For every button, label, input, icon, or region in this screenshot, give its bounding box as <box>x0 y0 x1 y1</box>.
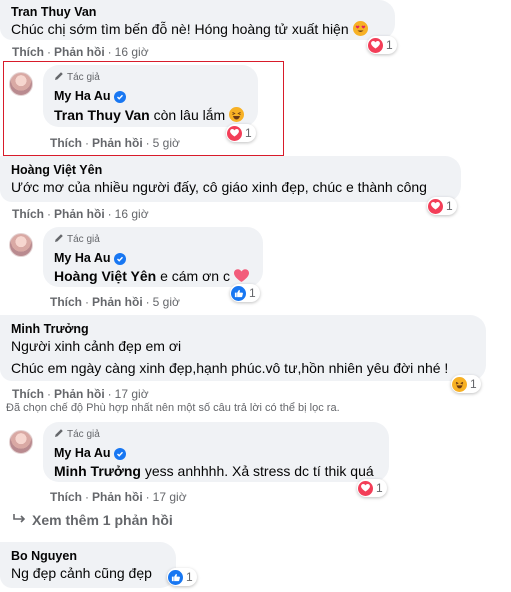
comment-author[interactable]: Tran Thuy Van <box>11 4 384 20</box>
comment-text: Người xinh cảnh đẹp em ơi <box>11 338 182 354</box>
filter-notice: Đã chọn chế độ Phù hợp nhất nên một số c… <box>6 402 340 414</box>
reply-link[interactable]: Phản hồi <box>54 207 105 221</box>
comment-author[interactable]: My Ha Au <box>54 251 111 265</box>
reply-text: e cám ơn c <box>160 268 230 284</box>
like-link[interactable]: Thích <box>12 45 44 59</box>
verified-badge-icon <box>113 448 126 460</box>
comment-bubble: Minh Trưởng Người xinh cảnh đẹp em ơi Ch… <box>0 315 486 381</box>
reply-link[interactable]: Phản hồi <box>92 136 143 150</box>
comment-author[interactable]: Bo Nguyen <box>11 548 165 564</box>
comment-actions: Thích · Phản hồi · 16 giờ <box>12 207 149 221</box>
reaction-count[interactable]: 1 <box>451 375 481 393</box>
comment-text: Chúc em ngày càng xinh đẹp,hạnh phúc.vô … <box>11 360 449 376</box>
comment-bubble: Bo Nguyen Ng đẹp cảnh cũng đẹp <box>0 542 176 588</box>
reply-link[interactable]: Phản hồi <box>54 45 105 59</box>
mention-link[interactable]: Hoàng Việt Yên <box>54 268 156 284</box>
avatar[interactable] <box>9 233 33 257</box>
reply-bubble: Tác giả My Ha Au Minh Trưởng yess anhhhh… <box>43 422 389 482</box>
comment-actions: Thích · Phản hồi · 17 giờ <box>12 387 149 401</box>
verified-badge-icon <box>113 91 126 103</box>
timestamp[interactable]: 5 giờ <box>153 295 180 309</box>
love-reaction-icon <box>227 125 242 141</box>
heart-eyes-emoji-icon <box>352 21 368 36</box>
pencil-icon <box>54 233 64 247</box>
comment-author[interactable]: My Ha Au <box>54 446 111 460</box>
author-tag: Tác giả <box>67 234 100 245</box>
comment-actions: Thích · Phản hồi · 16 giờ <box>12 45 149 59</box>
timestamp[interactable]: 17 giờ <box>153 490 187 504</box>
avatar[interactable] <box>9 72 33 96</box>
heart-emoji-icon <box>233 268 249 284</box>
like-link[interactable]: Thích <box>50 295 82 309</box>
love-reaction-icon <box>368 37 383 53</box>
haha-reaction-icon <box>452 376 467 392</box>
reaction-count[interactable]: 1 <box>167 568 197 586</box>
comment-bubble: Tran Thuy Van Chúc chị sớm tìm bến đỗ nè… <box>0 0 395 40</box>
comment-text: Ước mơ của nhiều người đấy, cô giáo xinh… <box>11 179 427 195</box>
timestamp[interactable]: 5 giờ <box>153 136 180 150</box>
love-reaction-icon <box>358 480 373 496</box>
comment-author[interactable]: Minh Trưởng <box>11 321 475 337</box>
laughing-emoji-icon <box>229 107 245 122</box>
comment-actions: Thích · Phản hồi · 5 giờ <box>50 136 180 150</box>
comment-text: Chúc chị sớm tìm bến đỗ nè! Hóng hoàng t… <box>11 21 349 37</box>
comment-actions: Thích · Phản hồi · 17 giờ <box>50 490 187 504</box>
author-tag: Tác giả <box>67 72 100 83</box>
reply-bubble: Tác giả My Ha Au Tran Thuy Van còn lâu l… <box>43 65 258 127</box>
avatar[interactable] <box>9 430 33 454</box>
reply-link[interactable]: Phản hồi <box>92 295 143 309</box>
reaction-count[interactable]: 1 <box>357 479 387 497</box>
pencil-icon <box>54 428 64 442</box>
comment-bubble: Hoàng Việt Yên Ước mơ của nhiều người đấ… <box>0 156 461 202</box>
reaction-count[interactable]: 1 <box>230 284 260 302</box>
mention-link[interactable]: Tran Thuy Van <box>54 107 150 123</box>
comment-actions: Thích · Phản hồi · 5 giờ <box>50 295 180 309</box>
like-link[interactable]: Thích <box>50 136 82 150</box>
reply-text: còn lâu lắm <box>153 107 226 123</box>
reply-link[interactable]: Phản hồi <box>54 387 105 401</box>
love-reaction-icon <box>428 198 443 214</box>
like-reaction-icon <box>168 569 183 585</box>
reply-text: yess anhhhh. Xả stress dc tí thik quá <box>144 463 374 479</box>
like-link[interactable]: Thích <box>12 387 44 401</box>
author-tag: Tác giả <box>67 429 100 440</box>
like-reaction-icon <box>231 285 246 301</box>
pencil-icon <box>54 71 64 85</box>
mention-link[interactable]: Minh Trưởng <box>54 463 141 479</box>
reply-bubble: Tác giả My Ha Au Hoàng Việt Yên e cám ơn… <box>43 227 263 287</box>
reaction-count[interactable]: 1 <box>226 124 256 142</box>
like-link[interactable]: Thích <box>12 207 44 221</box>
timestamp[interactable]: 17 giờ <box>115 387 149 401</box>
reply-link[interactable]: Phản hồi <box>92 490 143 504</box>
comment-author[interactable]: My Ha Au <box>54 89 111 103</box>
comment-text: Ng đẹp cảnh cũng đẹp <box>11 565 152 581</box>
reaction-count[interactable]: 1 <box>427 197 457 215</box>
timestamp[interactable]: 16 giờ <box>115 207 149 221</box>
reply-arrow-icon <box>12 512 26 528</box>
like-link[interactable]: Thích <box>50 490 82 504</box>
comment-author[interactable]: Hoàng Việt Yên <box>11 162 450 178</box>
view-more-replies-label: Xem thêm 1 phản hồi <box>32 512 173 528</box>
verified-badge-icon <box>113 253 126 265</box>
reaction-count[interactable]: 1 <box>367 36 397 54</box>
timestamp[interactable]: 16 giờ <box>115 45 149 59</box>
view-more-replies-button[interactable]: Xem thêm 1 phản hồi <box>12 512 173 528</box>
